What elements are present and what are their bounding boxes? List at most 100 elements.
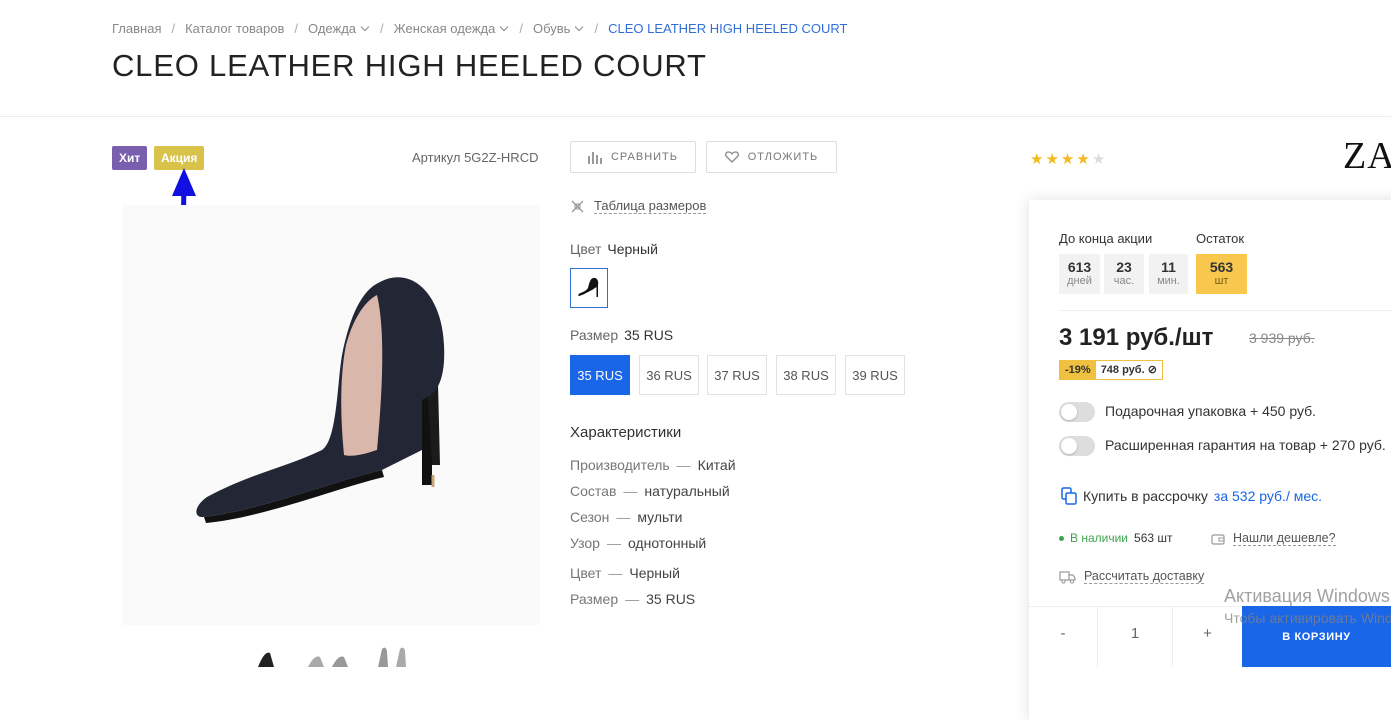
breadcrumb-home[interactable]: Главная	[112, 21, 161, 36]
stock-box: 563 шт	[1196, 254, 1247, 294]
char-row-pattern: Узор — однотонный	[570, 535, 707, 551]
timer-minutes-unit: мин.	[1157, 275, 1180, 287]
calculate-delivery-link[interactable]: Рассчитать доставку	[1059, 569, 1205, 584]
discount-amount: 748 руб. ⊘	[1095, 361, 1162, 379]
stock-value: 563	[1209, 259, 1234, 275]
char-key: Производитель	[570, 457, 670, 473]
breadcrumb-catalog[interactable]: Каталог товаров	[185, 21, 284, 36]
activation-watermark-text: Чтобы активировать Windows	[1224, 610, 1391, 626]
breadcrumb: Главная / Каталог товаров / Одежда / Женская о…	[112, 20, 847, 36]
timer-label: До конца акции	[1059, 231, 1153, 246]
defer-label: ОТЛОЖИТЬ	[747, 151, 819, 163]
wallet-icon	[1211, 533, 1225, 545]
char-key: Цвет	[570, 565, 602, 581]
star-empty-icon: ★	[1091, 151, 1108, 168]
char-row-manufacturer: Производитель — Китай	[570, 457, 736, 473]
warranty-toggle[interactable]	[1059, 436, 1095, 456]
delivery-truck-icon	[1059, 570, 1076, 584]
found-cheaper-label: Нашли дешевле?	[1233, 531, 1336, 546]
stock-unit: шт	[1214, 275, 1229, 287]
compare-button[interactable]: СРАВНИТЬ	[570, 141, 696, 173]
size-option-38[interactable]: 38 RUS	[776, 355, 836, 395]
color-label: Цвет	[570, 241, 602, 257]
color-row: Цвет Черный	[570, 241, 658, 257]
char-key: Узор	[570, 535, 600, 551]
star-icon: ★	[1045, 151, 1061, 168]
size-label: Размер	[570, 327, 619, 343]
size-option-36[interactable]: 36 RUS	[639, 355, 699, 395]
thumbnail-strip[interactable]	[250, 645, 430, 667]
qty-minus-button[interactable]: -	[1029, 606, 1097, 661]
char-value: Китай	[697, 457, 736, 473]
shoe-image	[196, 277, 445, 523]
shoe-thumb-icon	[578, 277, 599, 297]
breadcrumb-shoes[interactable]: Обувь	[533, 21, 570, 36]
availability-count: 563 шт	[1134, 531, 1173, 545]
compare-icon	[587, 151, 602, 164]
breadcrumb-womens-clothing[interactable]: Женская одежда	[394, 21, 496, 36]
color-swatch-black[interactable]	[570, 268, 608, 308]
timer-minutes-value: 11	[1161, 259, 1176, 275]
page-title: CLEO LEATHER HIGH HEELED COURT	[112, 48, 707, 83]
breadcrumb-clothing[interactable]: Одежда	[308, 21, 356, 36]
found-cheaper-link[interactable]: Нашли дешевле?	[1211, 531, 1336, 546]
gift-wrap-label: Подарочная упаковка + 450 руб.	[1105, 403, 1317, 419]
char-value: мульти	[637, 509, 683, 525]
breadcrumb-separator: /	[519, 21, 523, 37]
size-table-link[interactable]: Таблица размеров	[570, 198, 707, 214]
link-icon: ⊘	[1147, 364, 1157, 376]
chevron-down-icon[interactable]	[575, 22, 584, 32]
compare-label: СРАВНИТЬ	[610, 151, 678, 163]
char-value: однотонный	[627, 535, 707, 551]
size-option-35[interactable]: 35 RUS	[570, 355, 630, 395]
size-option-37[interactable]: 37 RUS	[707, 355, 767, 395]
char-row-season: Сезон — мульти	[570, 509, 683, 525]
discount-badge: -19% 748 руб. ⊘	[1059, 360, 1163, 380]
gift-wrap-toggle[interactable]	[1059, 402, 1095, 422]
char-row-composition: Состав — натуральный	[570, 483, 730, 499]
old-price: 3 939 руб.	[1249, 330, 1315, 346]
discount-percent: -19%	[1060, 361, 1096, 379]
calculate-delivery-label: Рассчитать доставку	[1084, 569, 1205, 584]
activation-watermark-title: Активация Windows	[1224, 586, 1390, 606]
installment-text: Купить в рассрочку	[1083, 488, 1208, 504]
stock-label: Остаток	[1196, 231, 1245, 246]
installment-row[interactable]: Купить в рассрочку за 532 руб./ мес.	[1061, 487, 1322, 505]
defer-button[interactable]: ОТЛОЖИТЬ	[706, 141, 837, 173]
brand-logo[interactable]: ZAR	[1343, 134, 1391, 178]
size-table-label: Таблица размеров	[594, 198, 707, 214]
toggle-knob	[1061, 404, 1077, 420]
heart-icon	[724, 151, 739, 163]
discount-amount-value: 748 руб.	[1100, 364, 1145, 376]
star-icon: ★	[1076, 151, 1092, 168]
toggle-knob	[1061, 438, 1077, 454]
char-value: Черный	[629, 565, 680, 581]
char-key: Сезон	[570, 509, 610, 525]
breadcrumb-separator: /	[594, 21, 599, 37]
warranty-label: Расширенная гарантия на товар + 270 руб.	[1105, 437, 1386, 453]
badge-hit: Хит	[112, 146, 148, 170]
breadcrumb-separator: /	[171, 21, 176, 37]
timer-days: 613 дней	[1059, 254, 1100, 294]
size-row: Размер 35 RUS	[570, 327, 673, 343]
char-row-color: Цвет — Черный	[570, 565, 680, 581]
breadcrumb-current: CLEO LEATHER HIGH HEELED COURT	[608, 21, 848, 37]
color-value: Черный	[607, 241, 658, 257]
installment-link[interactable]: за 532 руб./ мес.	[1214, 488, 1322, 504]
char-key: Состав	[570, 483, 617, 499]
char-value: натуральный	[644, 483, 730, 499]
star-icon: ★	[1030, 151, 1046, 168]
rating-stars[interactable]: ★★★★★	[1030, 150, 1107, 168]
product-image[interactable]	[122, 205, 540, 625]
installment-icon	[1061, 487, 1077, 505]
char-value: 35 RUS	[646, 591, 696, 607]
timer-hours-unit: час.	[1113, 275, 1135, 287]
article-number: Артикул 5G2Z-HRCD	[412, 150, 539, 165]
breadcrumb-separator: /	[380, 21, 384, 37]
chevron-down-icon[interactable]	[360, 22, 370, 32]
char-row-size: Размер —35 RUS	[570, 591, 696, 607]
size-value: 35 RUS	[624, 327, 674, 343]
chevron-down-icon[interactable]	[500, 22, 509, 32]
size-option-39[interactable]: 39 RUS	[845, 355, 905, 395]
qty-input[interactable]: 1	[1098, 606, 1172, 661]
